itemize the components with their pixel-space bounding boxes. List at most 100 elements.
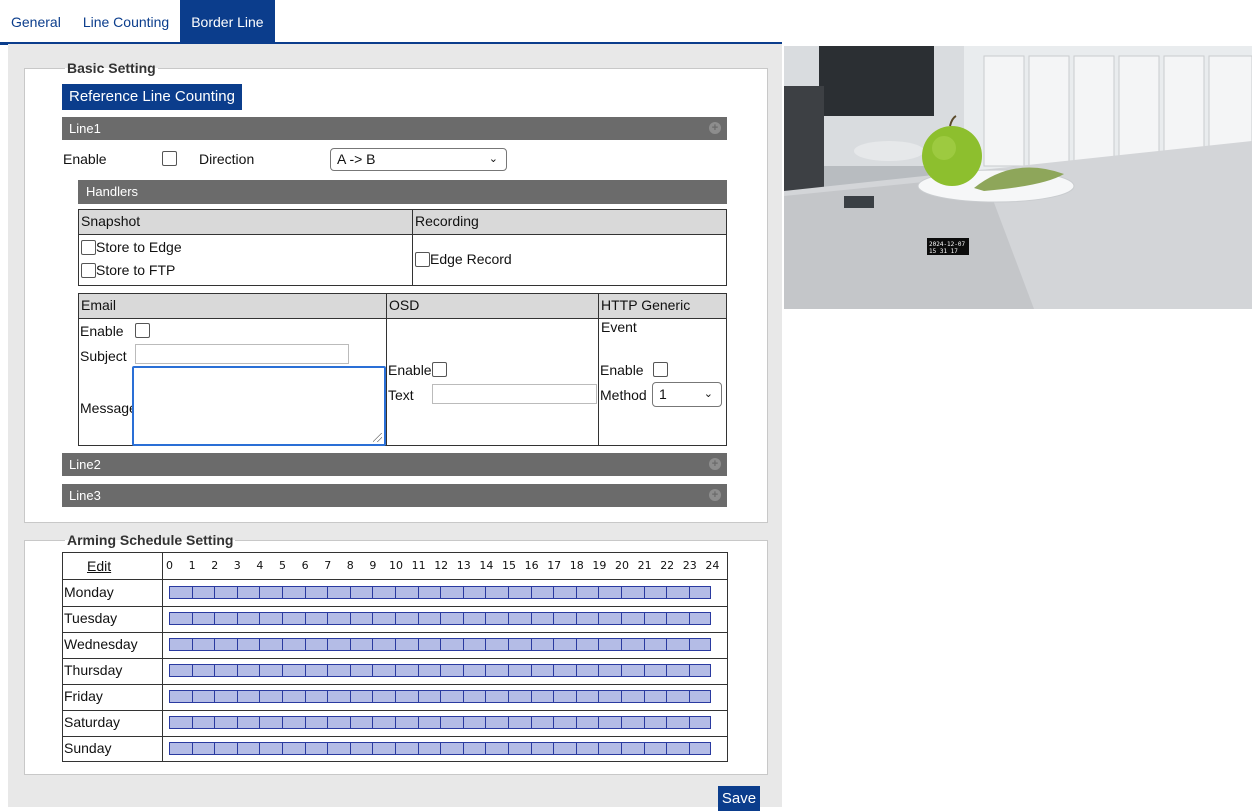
day-label: Sunday	[64, 740, 112, 756]
hour-label: 0	[166, 559, 173, 572]
schedule-tick	[349, 743, 351, 754]
tab-line-counting[interactable]: Line Counting	[72, 0, 180, 42]
schedule-bar[interactable]	[169, 612, 712, 625]
schedule-tick	[621, 639, 622, 650]
schedule-tick	[530, 717, 532, 728]
hour-label: 9	[369, 559, 377, 572]
schedule-tick	[643, 691, 645, 702]
line1-label: Line1	[69, 121, 101, 136]
divider	[386, 294, 387, 445]
schedule-tick	[553, 691, 555, 702]
day-label: Tuesday	[64, 610, 118, 626]
hour-label: 5	[279, 559, 286, 572]
schedule-tick	[462, 743, 464, 754]
schedule-edit-link[interactable]: Edit	[87, 558, 111, 574]
hour-label: 21	[637, 559, 652, 572]
schedule-tick	[598, 639, 600, 650]
schedule-tick	[688, 639, 690, 650]
schedule-row: Monday	[63, 580, 727, 606]
schedule-tick	[372, 665, 374, 676]
line3-header[interactable]: Line3 +	[62, 484, 727, 507]
schedule-tick	[327, 587, 329, 598]
schedule-tick	[666, 743, 668, 754]
schedule-tick	[214, 691, 216, 702]
osd-enable-checkbox[interactable]	[432, 362, 447, 377]
schedule-tick	[304, 639, 306, 650]
schedule-bar[interactable]	[169, 664, 712, 677]
tab-general[interactable]: General	[0, 0, 72, 42]
schedule-tick	[169, 665, 170, 676]
schedule-tick	[282, 639, 283, 650]
schedule-tick	[485, 743, 487, 754]
hour-label: 10	[389, 559, 403, 572]
schedule-bar[interactable]	[169, 716, 712, 729]
email-subject-label: Subject	[80, 348, 127, 364]
schedule-tick	[304, 613, 306, 624]
tab-border-line[interactable]: Border Line	[180, 0, 275, 42]
schedule-tick	[666, 613, 668, 624]
schedule-bar[interactable]	[169, 638, 712, 651]
schedule-tick	[621, 743, 622, 754]
snapshot-header: Snapshot	[79, 210, 412, 234]
schedule-tick	[688, 665, 690, 676]
schedule-bar[interactable]	[169, 586, 712, 599]
line1-header[interactable]: Line1 +	[62, 117, 727, 140]
reference-line-counting-button[interactable]: Reference Line Counting	[62, 84, 242, 110]
http-method-select[interactable]: 1 ⌄	[652, 382, 722, 407]
schedule-tick	[214, 587, 216, 598]
schedule-tick	[462, 665, 464, 676]
line2-header[interactable]: Line2 +	[62, 453, 727, 476]
schedule-bar[interactable]	[169, 742, 712, 755]
schedule-tick	[710, 665, 712, 676]
hour-label: 19	[592, 559, 607, 572]
schedule-tick	[259, 587, 261, 598]
schedule-tick	[282, 691, 283, 702]
schedule-tick	[282, 665, 283, 676]
schedule-row: Wednesday	[63, 632, 727, 658]
direction-select[interactable]: A -> B ⌄	[330, 148, 507, 171]
schedule-tick	[372, 587, 374, 598]
schedule-tick	[349, 587, 351, 598]
expand-icon[interactable]: +	[709, 489, 721, 501]
camera-timestamp-date: 2024-12-07	[929, 241, 966, 248]
http-enable-checkbox[interactable]	[653, 362, 668, 377]
schedule-tick	[621, 717, 622, 728]
edge-record-checkbox[interactable]	[415, 252, 430, 267]
store-to-ftp-label: Store to FTP	[96, 262, 176, 278]
schedule-tick	[349, 717, 351, 728]
email-enable-checkbox[interactable]	[135, 323, 150, 338]
store-to-ftp-checkbox[interactable]	[81, 263, 96, 278]
schedule-tick	[372, 613, 374, 624]
osd-text-input[interactable]	[432, 384, 597, 404]
expand-icon[interactable]: +	[709, 458, 721, 470]
line1-enable-checkbox[interactable]	[162, 151, 177, 166]
schedule-tick	[304, 587, 306, 598]
save-button[interactable]: Save	[718, 786, 760, 811]
schedule-tick	[530, 743, 532, 754]
store-to-edge-checkbox[interactable]	[81, 240, 96, 255]
http-enable-label: Enable	[600, 362, 644, 378]
schedule-tick	[327, 691, 329, 702]
schedule-tick	[530, 613, 532, 624]
schedule-tick	[485, 691, 487, 702]
schedule-tick	[236, 665, 238, 676]
schedule-tick	[304, 743, 306, 754]
schedule-tick	[462, 639, 464, 650]
schedule-tick	[530, 587, 532, 598]
email-subject-input[interactable]	[135, 344, 349, 364]
divider	[79, 234, 726, 235]
email-message-textarea[interactable]	[132, 366, 386, 446]
schedule-tick	[214, 743, 216, 754]
divider	[63, 606, 727, 607]
schedule-tick	[259, 717, 261, 728]
schedule-tick	[282, 717, 283, 728]
schedule-tick	[282, 613, 283, 624]
resize-grip-icon[interactable]	[373, 433, 382, 442]
schedule-tick	[417, 743, 419, 754]
expand-icon[interactable]: +	[709, 122, 721, 134]
handlers-label: Handlers	[86, 184, 139, 199]
schedule-row: Friday	[63, 684, 727, 710]
schedule-tick	[440, 665, 442, 676]
schedule-bar[interactable]	[169, 690, 712, 703]
divider	[412, 210, 413, 285]
